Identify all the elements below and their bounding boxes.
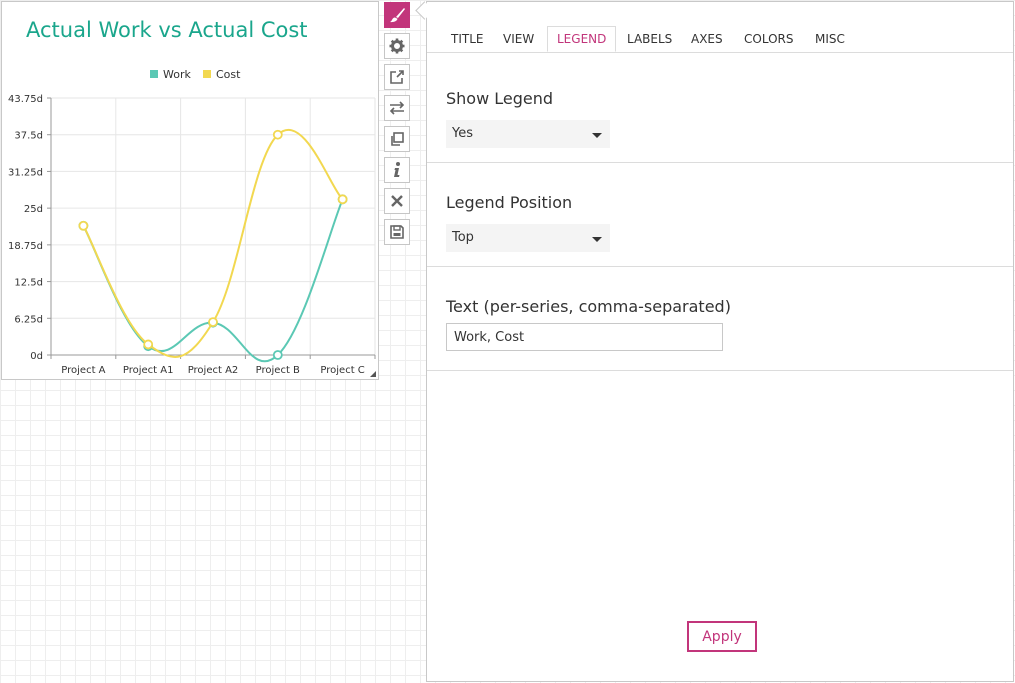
x-tick-label: Project A2 <box>188 365 239 376</box>
swap-icon <box>389 101 405 115</box>
save-button[interactable] <box>384 219 410 245</box>
open-external-button[interactable] <box>384 64 410 90</box>
save-icon <box>390 225 404 239</box>
legend-swatch-work <box>150 70 158 78</box>
data-point-work <box>272 350 283 360</box>
legend-position-value: Top <box>452 230 474 245</box>
swap-button[interactable] <box>384 95 410 121</box>
remove-button[interactable] <box>384 188 410 214</box>
brush-icon <box>390 8 405 23</box>
chart-toolbar <box>384 2 410 250</box>
y-tick-label: 0d <box>30 351 43 362</box>
data-point-cost <box>143 339 154 350</box>
brush-button[interactable] <box>384 2 410 28</box>
legend-position-select[interactable]: Top <box>446 224 610 252</box>
tab-colors[interactable]: COLORS <box>734 26 803 52</box>
x-tick-label: Project C <box>320 365 364 376</box>
gear-icon <box>389 38 405 54</box>
y-tick-label: 43.75d <box>8 94 43 105</box>
data-point-cost <box>208 317 218 328</box>
tab-view[interactable]: VIEW <box>493 26 544 52</box>
legend-text-input[interactable] <box>446 323 723 351</box>
dropdown-arrow-icon <box>592 133 602 138</box>
y-tick-label: 37.5d <box>14 131 43 142</box>
duplicate-button[interactable] <box>384 126 410 152</box>
close-icon <box>391 195 403 207</box>
y-tick-label: 18.75d <box>8 241 43 252</box>
x-tick-label: Project A1 <box>123 365 174 376</box>
apply-button[interactable]: Apply <box>687 621 757 652</box>
show-legend-label: Show Legend <box>446 89 554 108</box>
data-point-cost <box>337 194 348 205</box>
dropdown-arrow-icon <box>592 237 602 242</box>
legend-text-section: Text (per-series, comma-separated) <box>427 267 1013 371</box>
copy-icon <box>391 132 404 146</box>
legend-label-cost: Cost <box>216 68 241 81</box>
legend-swatch-cost <box>203 70 211 78</box>
data-point-cost <box>272 129 283 140</box>
tab-misc[interactable]: MISC <box>805 26 855 52</box>
legend-text-label: Text (per-series, comma-separated) <box>446 297 731 316</box>
tab-bar: TITLE VIEW LEGEND LABELS AXES COLORS MIS… <box>427 26 1013 53</box>
tab-labels[interactable]: LABELS <box>617 26 682 52</box>
series-line-work <box>82 198 344 363</box>
x-tick-label: Project B <box>256 365 300 376</box>
show-legend-select[interactable]: Yes <box>446 120 610 148</box>
show-legend-section: Show Legend Yes <box>427 59 1013 163</box>
y-tick-label: 6.25d <box>14 314 43 325</box>
settings-panel: TITLE VIEW LEGEND LABELS AXES COLORS MIS… <box>426 1 1014 682</box>
y-tick-label: 31.25d <box>8 167 43 178</box>
show-legend-value: Yes <box>452 126 473 141</box>
legend-position-label: Legend Position <box>446 193 573 212</box>
y-tick-label: 25d <box>24 204 43 215</box>
x-tick-label: Project A <box>61 365 105 376</box>
info-icon <box>394 162 400 177</box>
chart-widget: Actual Work vs Actual Cost 0d 6.25d 12.5d 1… <box>1 1 379 380</box>
chart-plot: 0d 6.25d 12.5d 18.75d 25d 31.25d 37.5d 43.75d Pr… <box>8 68 376 376</box>
resize-handle[interactable] <box>370 371 376 377</box>
y-tick-label: 12.5d <box>14 278 43 289</box>
tab-title[interactable]: TITLE <box>441 26 493 52</box>
data-point-cost <box>78 220 89 231</box>
legend-label-work: Work <box>163 68 191 81</box>
info-button[interactable] <box>384 157 410 183</box>
tab-axes[interactable]: AXES <box>681 26 733 52</box>
tab-legend[interactable]: LEGEND <box>547 26 617 52</box>
settings-button[interactable] <box>384 33 410 59</box>
external-link-icon <box>390 70 404 84</box>
legend-position-section: Legend Position Top <box>427 163 1013 267</box>
